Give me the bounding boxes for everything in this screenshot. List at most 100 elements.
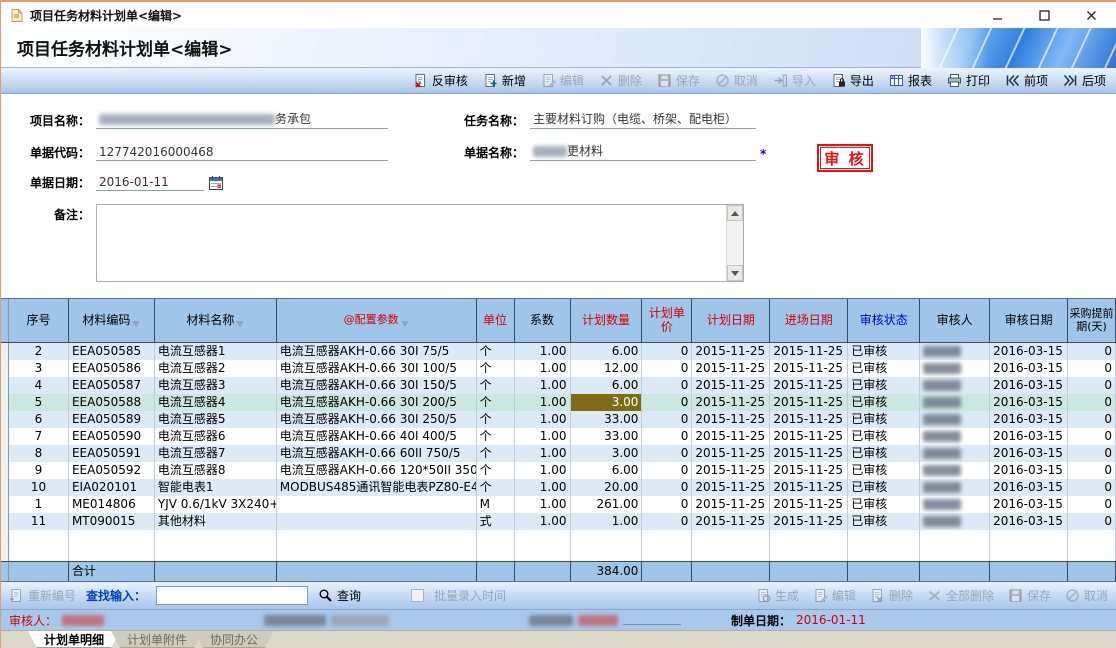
cell-enter_date[interactable]: 2015-11-25: [770, 496, 848, 513]
report-button[interactable]: 报表: [889, 72, 932, 89]
cell-qty[interactable]: 6.00: [571, 343, 643, 360]
cell-coef[interactable]: 1.00: [515, 445, 571, 462]
unaudit-button[interactable]: 反审核: [413, 72, 468, 89]
table-row[interactable]: 1ME014806YJV 0.6/1kV 3X240+2X1M1.00261.0…: [1, 496, 1116, 513]
cell-audit_date[interactable]: 2016-03-15: [990, 445, 1068, 462]
cell-plan_date[interactable]: 2015-11-25: [692, 411, 770, 428]
row-indicator[interactable]: [1, 411, 9, 428]
cell-seq[interactable]: 8: [9, 445, 69, 462]
cell-unit[interactable]: 个: [477, 428, 515, 445]
col-header-code[interactable]: 材料编码: [69, 299, 155, 342]
cell-name[interactable]: 电流互感器1: [155, 343, 277, 360]
cell-price[interactable]: 0: [642, 445, 692, 462]
cell-enter_date[interactable]: 2015-11-25: [770, 513, 848, 530]
row-indicator[interactable]: [1, 547, 9, 561]
row-indicator[interactable]: [1, 479, 9, 496]
cell-status[interactable]: 已审核: [848, 343, 920, 360]
cell-code[interactable]: EEA050592: [69, 462, 155, 479]
cell-qty[interactable]: 12.00: [571, 360, 643, 377]
cell-enter_date[interactable]: 2015-11-25: [770, 377, 848, 394]
cell-unit[interactable]: 个: [477, 411, 515, 428]
cell-unit[interactable]: 个: [477, 360, 515, 377]
cell-price[interactable]: 0: [642, 343, 692, 360]
cell-name[interactable]: 电流互感器7: [155, 445, 277, 462]
cell-price[interactable]: 0: [642, 360, 692, 377]
cell-code[interactable]: EEA050587: [69, 377, 155, 394]
cell-auditor[interactable]: [920, 394, 990, 411]
cell-code[interactable]: EEA050589: [69, 411, 155, 428]
prev-button[interactable]: 前项: [1005, 72, 1048, 89]
filter-icon[interactable]: [236, 321, 244, 331]
cell-audit_date[interactable]: 2016-03-15: [990, 462, 1068, 479]
tab-collaboration[interactable]: 协同办公: [194, 631, 274, 648]
row-indicator[interactable]: [1, 530, 9, 547]
cell-spec[interactable]: [277, 513, 477, 530]
table-row[interactable]: 4EEA050587电流互感器3电流互感器AKH-0.66 30I 150/5个…: [1, 377, 1116, 394]
cell-qty[interactable]: 3.00: [571, 394, 643, 411]
cell-plan_date[interactable]: 2015-11-25: [692, 377, 770, 394]
cell-unit[interactable]: 个: [477, 445, 515, 462]
maximize-button[interactable]: [1038, 9, 1051, 22]
cell-auditor[interactable]: [920, 428, 990, 445]
col-header-lead[interactable]: 采购提前期(天): [1068, 299, 1116, 342]
cell-status[interactable]: 已审核: [848, 445, 920, 462]
remarks-textarea[interactable]: [96, 204, 744, 282]
table-row[interactable]: 10EIA020101智能电表1MODBUS485通讯智能电表PZ80-E4/C…: [1, 479, 1116, 496]
cell-seq[interactable]: 3: [9, 360, 69, 377]
table-row[interactable]: 2EEA050585电流互感器1电流互感器AKH-0.66 30I 75/5个1…: [1, 343, 1116, 360]
table-row[interactable]: 3EEA050586电流互感器2电流互感器AKH-0.66 30I 100/5个…: [1, 360, 1116, 377]
cell-plan_date[interactable]: 2015-11-25: [692, 343, 770, 360]
cell-coef[interactable]: 1.00: [515, 496, 571, 513]
cell-code[interactable]: ME014806: [69, 496, 155, 513]
cell-name[interactable]: YJV 0.6/1kV 3X240+2X1: [155, 496, 277, 513]
row-indicator[interactable]: [1, 377, 9, 394]
row-indicator[interactable]: [1, 562, 9, 581]
col-header-plan_date[interactable]: 计划日期: [692, 299, 770, 342]
cell-spec[interactable]: MODBUS485通讯智能电表PZ80-E4/CT: [277, 479, 477, 496]
cell-plan_date[interactable]: 2015-11-25: [692, 462, 770, 479]
col-header-audit_date[interactable]: 审核日期: [990, 299, 1068, 342]
cell-lead[interactable]: 0: [1068, 343, 1116, 360]
cell-price[interactable]: 0: [642, 428, 692, 445]
cell-seq[interactable]: 1: [9, 496, 69, 513]
doc-code-field[interactable]: 127742016000468: [96, 145, 388, 161]
doc-name-field[interactable]: 更材料: [530, 142, 756, 161]
scroll-up-button[interactable]: [727, 205, 743, 221]
doc-date-field[interactable]: 2016-01-11: [96, 175, 204, 191]
cell-spec[interactable]: 电流互感器AKH-0.66 30I 250/5: [277, 411, 477, 428]
cell-auditor[interactable]: [920, 496, 990, 513]
row-indicator[interactable]: [1, 496, 9, 513]
cell-plan_date[interactable]: 2015-11-25: [692, 445, 770, 462]
cell-seq[interactable]: 10: [9, 479, 69, 496]
col-header-unit[interactable]: 单位: [477, 299, 515, 342]
table-row[interactable]: 6EEA050589电流互感器5电流互感器AKH-0.66 30I 250/5个…: [1, 411, 1116, 428]
cell-enter_date[interactable]: 2015-11-25: [770, 428, 848, 445]
col-header-spec[interactable]: @配置参数: [277, 299, 477, 342]
tab-plan-attachment[interactable]: 计划单附件: [111, 631, 203, 648]
cell-price[interactable]: 0: [642, 377, 692, 394]
col-header-auditor[interactable]: 审核人: [920, 299, 990, 342]
cell-unit[interactable]: M: [477, 496, 515, 513]
calendar-picker-icon[interactable]: [208, 175, 224, 191]
row-indicator[interactable]: [1, 462, 9, 479]
cell-seq[interactable]: 4: [9, 377, 69, 394]
cell-status[interactable]: 已审核: [848, 513, 920, 530]
cell-code[interactable]: MT090015: [69, 513, 155, 530]
col-header-status[interactable]: 审核状态: [848, 299, 920, 342]
cell-auditor[interactable]: [920, 343, 990, 360]
cell-coef[interactable]: 1.00: [515, 462, 571, 479]
cell-enter_date[interactable]: 2015-11-25: [770, 445, 848, 462]
cell-seq[interactable]: 6: [9, 411, 69, 428]
cell-lead[interactable]: 0: [1068, 377, 1116, 394]
cell-spec[interactable]: 电流互感器AKH-0.66 30I 75/5: [277, 343, 477, 360]
cell-coef[interactable]: 1.00: [515, 343, 571, 360]
cell-qty[interactable]: 33.00: [571, 411, 643, 428]
cell-audit_date[interactable]: 2016-03-15: [990, 343, 1068, 360]
cell-price[interactable]: 0: [642, 394, 692, 411]
cell-coef[interactable]: 1.00: [515, 394, 571, 411]
cell-name[interactable]: 电流互感器3: [155, 377, 277, 394]
cell-coef[interactable]: 1.00: [515, 428, 571, 445]
cell-coef[interactable]: 1.00: [515, 377, 571, 394]
cell-lead[interactable]: 0: [1068, 445, 1116, 462]
minimize-button[interactable]: [991, 9, 1004, 22]
